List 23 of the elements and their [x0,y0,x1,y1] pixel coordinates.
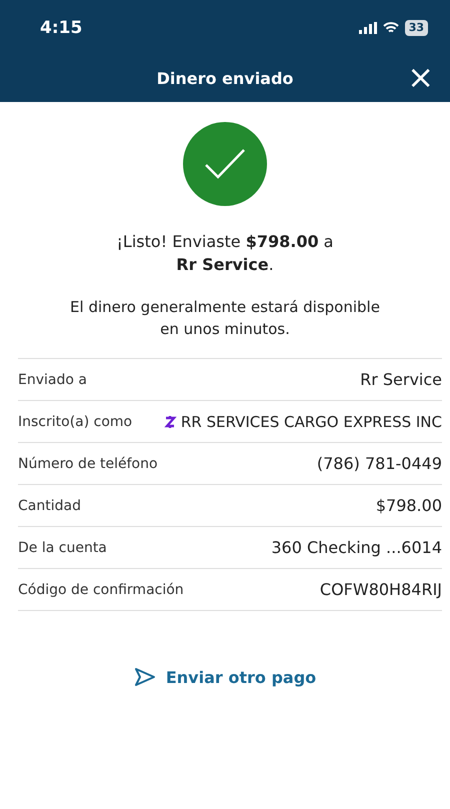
confirmation-message: ¡Listo! Enviaste $798.00 a Rr Service. [116,231,334,276]
detail-label: Cantidad [18,498,81,514]
availability-note: El dinero generalmente estará disponible en unos minutos. [70,297,380,340]
wifi-icon [382,22,399,34]
close-button[interactable]: × [403,61,438,93]
detail-value: RR SERVICES CARGO EXPRESS INC [180,412,442,430]
zelle-icon [162,414,177,430]
battery-level: 33 [404,20,428,36]
signal-icon [358,22,377,34]
detail-label: Número de teléfono [18,456,158,472]
detail-value: (786) 781-0449 [316,454,442,473]
screen-title: Dinero enviado [156,69,294,88]
send-another-payment-button[interactable]: Enviar otro pago [128,661,322,693]
send-icon [134,667,156,687]
detail-value: $798.00 [376,496,442,515]
status-time: 4:15 [40,18,82,38]
detail-value: Rr Service [360,370,442,389]
detail-label: Enviado a [18,372,87,388]
detail-value: 360 Checking ...6014 [271,538,442,557]
detail-value: COFW80H84RIJ [320,580,442,599]
detail-label: De la cuenta [18,540,107,556]
detail-label: Código de confirmación [18,582,184,598]
detail-label: Inscrito(a) como [18,414,132,430]
